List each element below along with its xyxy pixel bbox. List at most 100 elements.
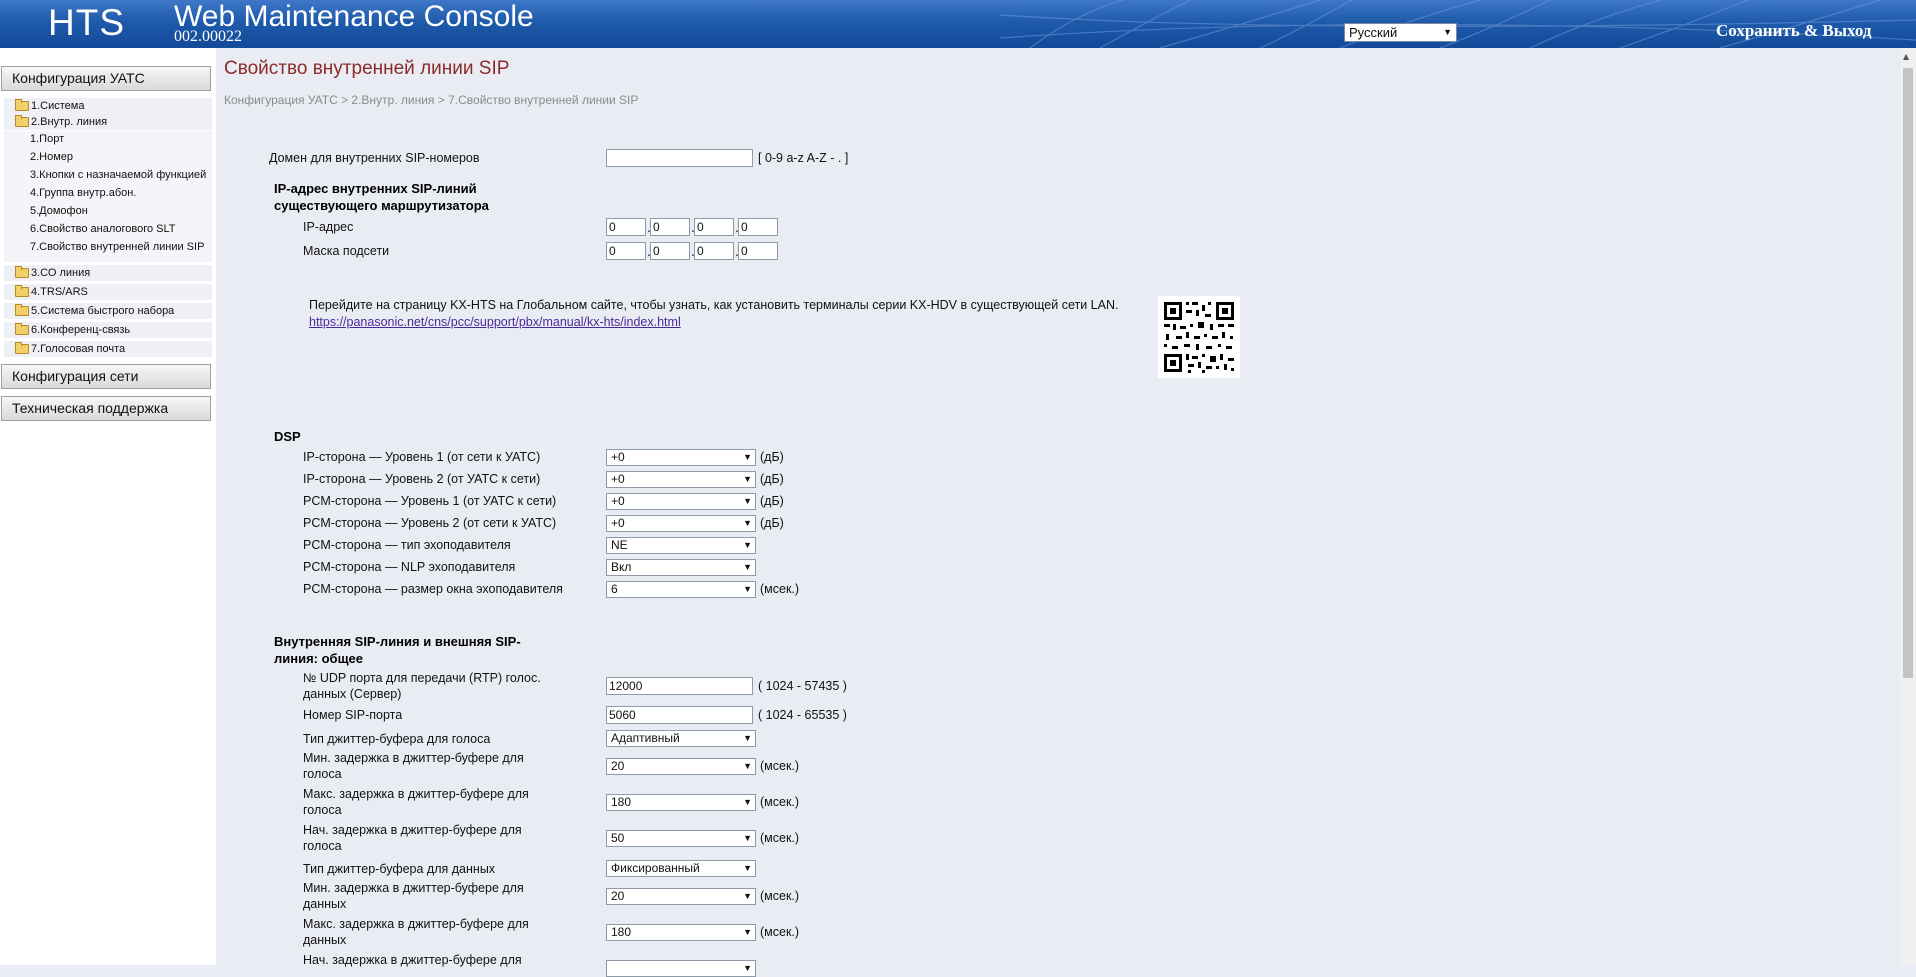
mask-octet-3[interactable]: 0 bbox=[694, 242, 734, 260]
min-voice-label-2: голоса bbox=[303, 767, 342, 781]
sip-port-input[interactable]: 5060 bbox=[606, 706, 753, 724]
max-data-select[interactable]: 180 ▼ bbox=[606, 924, 756, 941]
init-data-select[interactable]: ▼ bbox=[606, 960, 756, 977]
domain-label: Домен для внутренних SIP-номеров bbox=[269, 151, 480, 165]
config-pbx-button[interactable]: Конфигурация УАТС bbox=[1, 66, 211, 91]
submenu-item-flexible-buttons[interactable]: 3.Кнопки с назначаемой функцией bbox=[30, 167, 206, 183]
submenu-item-doorphone[interactable]: 5.Домофон bbox=[30, 203, 88, 219]
scrollbar-thumb[interactable] bbox=[1903, 68, 1913, 678]
tree-item-conference[interactable]: 6.Конференц-связь bbox=[4, 322, 212, 338]
select-value: Фиксированный bbox=[611, 861, 700, 875]
tree-item-trs-ars[interactable]: 4.TRS/ARS bbox=[4, 284, 212, 300]
chevron-down-icon: ▼ bbox=[743, 452, 752, 462]
kx-hdv-note: Перейдите на страницу KX-HTS на Глобальн… bbox=[309, 297, 1118, 331]
rtp-port-range: ( 1024 - 57435 ) bbox=[758, 679, 847, 693]
tree-item-system[interactable]: 1.Система bbox=[4, 98, 212, 114]
scroll-up-icon[interactable]: ▲ bbox=[1903, 52, 1909, 61]
hts-logo: HTS bbox=[48, 2, 125, 43]
select-value: 20 bbox=[611, 759, 625, 773]
select-value: 6 bbox=[611, 582, 618, 596]
dsp-pcm-level2-select[interactable]: +0 ▼ bbox=[606, 515, 756, 532]
select-value: NE bbox=[611, 538, 628, 552]
jb-data-type-label: Тип джиттер-буфера для данных bbox=[303, 862, 496, 876]
folder-icon bbox=[15, 285, 29, 297]
version-number: 002.00022 bbox=[174, 28, 242, 45]
folder-open-icon bbox=[15, 115, 29, 127]
rtp-port-input[interactable]: 12000 bbox=[606, 677, 753, 695]
min-data-select[interactable]: 20 ▼ bbox=[606, 888, 756, 905]
tree-item-speed-dial[interactable]: 5.Система быстрого набора bbox=[4, 303, 212, 319]
max-voice-select[interactable]: 180 ▼ bbox=[606, 794, 756, 811]
ms-unit: (мсек.) bbox=[760, 925, 800, 939]
chevron-down-icon: ▼ bbox=[1443, 27, 1452, 37]
main-content: Свойство внутренней линии SIP Конфигурац… bbox=[216, 48, 1900, 977]
jb-voice-type-select[interactable]: Адаптивный ▼ bbox=[606, 730, 756, 747]
breadcrumb: Конфигурация УАТС > 2.Внутр. линия > 7.С… bbox=[224, 93, 639, 107]
select-value: 20 bbox=[611, 889, 625, 903]
tech-support-button[interactable]: Техническая поддержка bbox=[1, 396, 211, 421]
chevron-down-icon: ▼ bbox=[743, 562, 752, 572]
chevron-down-icon: ▼ bbox=[743, 863, 752, 873]
general-section-title-2: линия: общее bbox=[274, 651, 364, 666]
jb-data-type-select[interactable]: Фиксированный ▼ bbox=[606, 860, 756, 877]
select-value: +0 bbox=[611, 516, 625, 530]
save-exit-link[interactable]: Сохранить & Выход bbox=[1716, 21, 1871, 41]
submenu-item-sip-extension[interactable]: 7.Свойство внутренней линии SIP bbox=[30, 239, 204, 255]
dsp-pcm-level1-label: PCM-сторона — Уровень 1 (от УАТС к сети) bbox=[303, 494, 557, 508]
max-voice-label-1: Макс. задержка в джиттер-буфере для bbox=[303, 787, 529, 801]
folder-icon bbox=[15, 342, 29, 354]
general-section-title-1: Внутренняя SIP-линия и внешняя SIP- bbox=[274, 634, 521, 649]
submenu-item-port[interactable]: 1.Порт bbox=[30, 131, 64, 147]
page-scrollbar[interactable]: ▲ bbox=[1900, 48, 1916, 965]
tree-item-label: 4.TRS/ARS bbox=[31, 286, 88, 298]
chevron-down-icon: ▼ bbox=[743, 584, 752, 594]
chevron-down-icon: ▼ bbox=[743, 518, 752, 528]
chevron-down-icon: ▼ bbox=[743, 891, 752, 901]
submenu-item-ext-group[interactable]: 4.Группа внутр.абон. bbox=[30, 185, 136, 201]
dsp-ip-level1-select[interactable]: +0 ▼ bbox=[606, 449, 756, 466]
dsp-pcm-level1-select[interactable]: +0 ▼ bbox=[606, 493, 756, 510]
select-value: +0 bbox=[611, 450, 625, 464]
tree-item-voice-mail[interactable]: 7.Голосовая почта bbox=[4, 341, 212, 357]
tree-item-extension[interactable]: 2.Внутр. линия bbox=[4, 114, 212, 130]
qr-code-image bbox=[1158, 296, 1240, 378]
manual-link[interactable]: https://panasonic.net/cns/pcc/support/pb… bbox=[309, 315, 681, 329]
ip-octet-3[interactable]: 0 bbox=[694, 218, 734, 236]
init-voice-label-1: Нач. задержка в джиттер-буфере для bbox=[303, 823, 522, 837]
ip-section-title-2: существующего маршрутизатора bbox=[274, 198, 489, 213]
select-value: 180 bbox=[611, 795, 632, 809]
init-voice-select[interactable]: 50 ▼ bbox=[606, 830, 756, 847]
ip-octet-4[interactable]: 0 bbox=[738, 218, 778, 236]
min-voice-select[interactable]: 20 ▼ bbox=[606, 758, 756, 775]
min-data-label-2: данных bbox=[303, 897, 347, 911]
select-value: +0 bbox=[611, 494, 625, 508]
ms-unit: (мсек.) bbox=[760, 795, 800, 809]
chevron-down-icon: ▼ bbox=[743, 474, 752, 484]
min-voice-label-1: Мин. задержка в джиттер-буфере для bbox=[303, 751, 524, 765]
language-select[interactable]: Русский ▼ bbox=[1344, 23, 1457, 42]
sip-port-label: Номер SIP-порта bbox=[303, 708, 403, 722]
ip-octet-1[interactable]: 0 bbox=[606, 218, 646, 236]
domain-hint: [ 0-9 a-z A-Z - . ] bbox=[758, 151, 849, 165]
dsp-ip-level2-select[interactable]: +0 ▼ bbox=[606, 471, 756, 488]
dsp-echo-nlp-select[interactable]: Вкл ▼ bbox=[606, 559, 756, 576]
top-banner: HTS Web Maintenance Console 002.00022 Ру… bbox=[0, 0, 1916, 48]
submenu-item-analog-slt[interactable]: 6.Свойство аналогового SLT bbox=[30, 221, 176, 237]
mask-octet-4[interactable]: 0 bbox=[738, 242, 778, 260]
tree-item-label: 6.Конференц-связь bbox=[31, 324, 131, 336]
tree-item-co-line[interactable]: 3.СО линия bbox=[4, 265, 212, 281]
submenu-item-number[interactable]: 2.Номер bbox=[30, 149, 73, 165]
ip-octet-2[interactable]: 0 bbox=[650, 218, 690, 236]
ip-address-label: IP-адрес bbox=[303, 220, 354, 234]
config-network-button[interactable]: Конфигурация сети bbox=[1, 364, 211, 389]
chevron-down-icon: ▼ bbox=[743, 927, 752, 937]
dsp-echo-window-select[interactable]: 6 ▼ bbox=[606, 581, 756, 598]
mask-octet-1[interactable]: 0 bbox=[606, 242, 646, 260]
tree-item-label: 2.Внутр. линия bbox=[31, 116, 108, 128]
dsp-echo-type-select[interactable]: NE ▼ bbox=[606, 537, 756, 554]
tree-item-label: 3.СО линия bbox=[31, 267, 91, 279]
folder-icon bbox=[15, 323, 29, 335]
domain-input[interactable] bbox=[606, 149, 753, 167]
qr-code bbox=[1158, 296, 1240, 378]
mask-octet-2[interactable]: 0 bbox=[650, 242, 690, 260]
